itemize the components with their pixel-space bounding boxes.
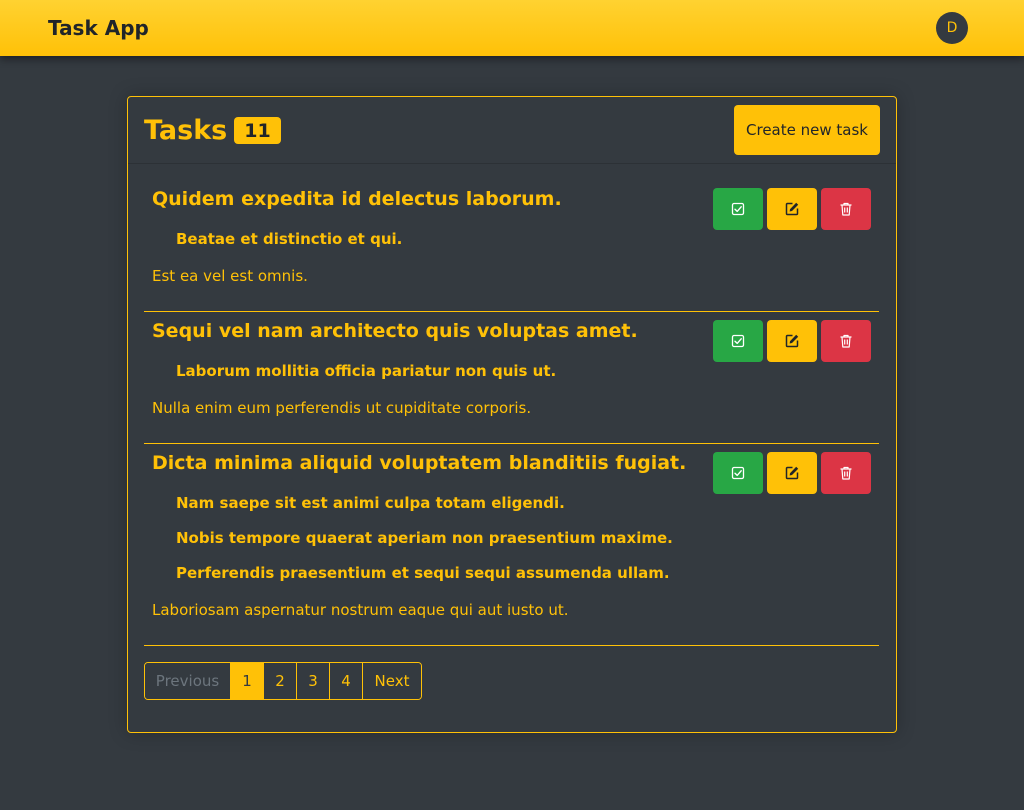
trash-icon (840, 334, 852, 348)
complete-task-button[interactable] (713, 320, 763, 362)
create-task-button[interactable]: Create new task (734, 105, 880, 155)
subtask-item: Nam saepe sit est animi culpa totam elig… (176, 494, 565, 512)
user-avatar[interactable]: D (936, 12, 968, 44)
task-title: Quidem expedita id delectus laborum. (152, 188, 562, 210)
pagination-previous[interactable]: Previous (145, 663, 230, 699)
subtask-item: Nobis tempore quaerat aperiam non praese… (176, 529, 673, 547)
pagination-page-4[interactable]: 4 (329, 663, 362, 699)
task-title: Dicta minima aliquid voluptatem blanditi… (152, 452, 687, 474)
task-item: Dicta minima aliquid voluptatem blanditi… (144, 452, 879, 646)
app-brand[interactable]: Task App (48, 16, 149, 40)
trash-icon (840, 466, 852, 480)
tasks-card-header: Tasks 11 Create new task (128, 97, 896, 164)
subtask-item: Laborum mollitia officia pariatur non qu… (176, 362, 557, 380)
task-description: Laboriosam aspernatur nostrum eaque qui … (152, 601, 569, 619)
edit-icon (785, 334, 799, 348)
tasks-title: Tasks (144, 115, 228, 146)
pagination-page-2[interactable]: 2 (263, 663, 296, 699)
trash-icon (840, 202, 852, 216)
delete-task-button[interactable] (821, 320, 871, 362)
edit-icon (785, 466, 799, 480)
pagination-page-1[interactable]: 1 (230, 663, 263, 699)
edit-task-button[interactable] (767, 452, 817, 494)
edit-task-button[interactable] (767, 188, 817, 230)
task-item: Sequi vel nam architecto quis voluptas a… (144, 320, 879, 444)
complete-task-button[interactable] (713, 188, 763, 230)
pagination-page-3[interactable]: 3 (296, 663, 329, 699)
complete-task-button[interactable] (713, 452, 763, 494)
task-title: Sequi vel nam architecto quis voluptas a… (152, 320, 638, 342)
task-description: Est ea vel est omnis. (152, 267, 308, 285)
pagination: Previous 1 2 3 4 Next (144, 662, 422, 700)
check-square-icon (731, 334, 745, 348)
edit-task-button[interactable] (767, 320, 817, 362)
check-square-icon (731, 466, 745, 480)
page-title: Tasks 11 (144, 115, 281, 146)
pagination-next[interactable]: Next (362, 663, 421, 699)
subtask-item: Beatae et distinctio et qui. (176, 230, 403, 248)
task-count-badge: 11 (234, 117, 281, 144)
subtask-item: Perferendis praesentium et sequi sequi a… (176, 564, 670, 582)
delete-task-button[interactable] (821, 452, 871, 494)
task-item: Quidem expedita id delectus laborum. Bea… (144, 188, 879, 312)
check-square-icon (731, 202, 745, 216)
edit-icon (785, 202, 799, 216)
delete-task-button[interactable] (821, 188, 871, 230)
top-navbar: Task App D (0, 0, 1024, 56)
task-description: Nulla enim eum perferendis ut cupiditate… (152, 399, 532, 417)
tasks-card: Tasks 11 Create new task Quidem expedita… (127, 96, 897, 733)
